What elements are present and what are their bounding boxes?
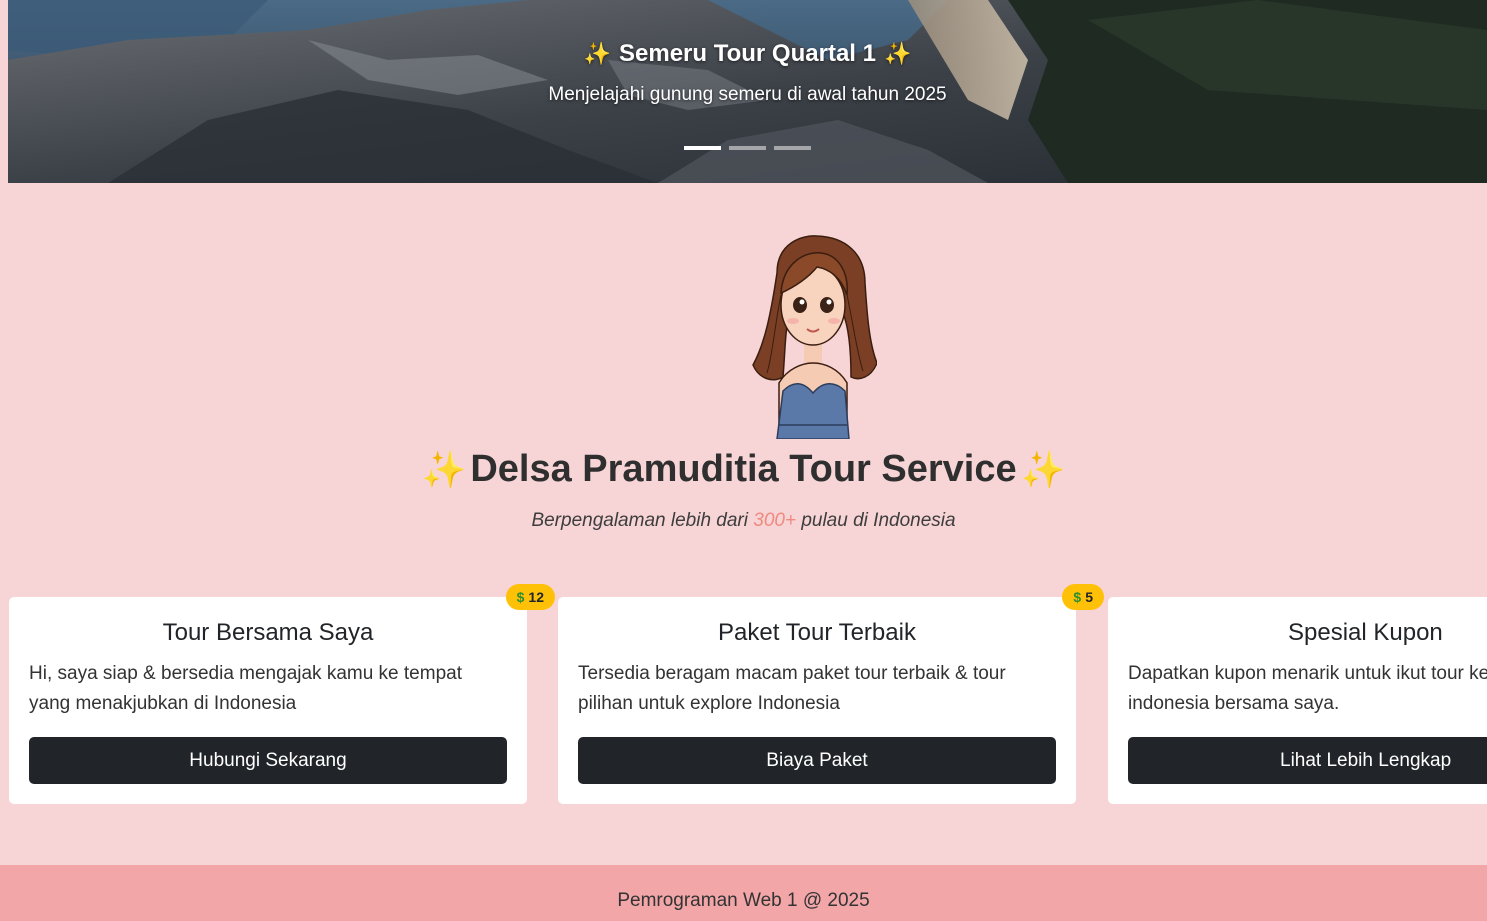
badge-count: 5 (1085, 589, 1093, 605)
sparkle-icon: ✨ (883, 41, 912, 66)
carousel-indicator-2[interactable] (729, 146, 766, 150)
tagline-highlight: 300+ (753, 510, 797, 531)
see-more-button[interactable]: Lihat Lebih Lengkap (1128, 737, 1487, 784)
tagline-after: pulau di Indonesia (796, 510, 956, 531)
page-title: ✨ Delsa Pramuditia Tour Service ✨ (0, 448, 1487, 491)
footer: Pemrograman Web 1 @ 2025 (0, 865, 1487, 921)
card-title: Tour Bersama Saya (162, 619, 374, 646)
carousel-title-text: Semeru Tour Quartal 1 (619, 40, 876, 67)
card-text: Tersedia beragam macam paket tour terbai… (578, 663, 1006, 714)
brand-name: Delsa Pramuditia Tour Service (470, 448, 1017, 490)
card-spesial-kupon: Spesial Kupon Dapatkan kupon menarik unt… (1108, 597, 1487, 804)
tagline-before: Berpengalaman lebih dari (531, 510, 754, 531)
avatar (747, 233, 878, 440)
dollar-icon: $ (516, 589, 525, 605)
hero-carousel: ✨ Semeru Tour Quartal 1 ✨ Menjelajahi gu… (8, 0, 1487, 183)
notification-badge: $ 5 (1062, 584, 1104, 610)
dollar-icon: $ (1073, 589, 1082, 605)
footer-text: Pemrograman Web 1 @ 2025 (617, 890, 870, 911)
package-price-button[interactable]: Biaya Paket (578, 737, 1056, 784)
contact-now-button[interactable]: Hubungi Sekarang (29, 737, 507, 784)
sparkle-icon: ✨ (583, 41, 612, 66)
card-paket-tour: $ 5 Paket Tour Terbaik Tersedia beragam … (558, 584, 1104, 804)
carousel-indicators (8, 146, 1487, 150)
sparkle-icon: ✨ (1020, 448, 1066, 490)
card-text: Hi, saya siap & bersedia mengajak kamu k… (29, 663, 462, 714)
girl-avatar-image (752, 235, 878, 440)
tagline: Berpengalaman lebih dari 300+ pulau di I… (0, 510, 1487, 532)
sparkle-icon: ✨ (421, 448, 467, 490)
carousel-indicator-3[interactable] (774, 146, 811, 150)
carousel-subtitle: Menjelajahi gunung semeru di awal tahun … (548, 84, 947, 105)
card-text: Dapatkan kupon menarik untuk ikut tour k… (1128, 663, 1487, 714)
carousel-indicator-1[interactable] (684, 146, 721, 150)
badge-count: 12 (528, 589, 544, 605)
notification-badge: $ 12 (505, 584, 555, 610)
card-title: Paket Tour Terbaik (718, 619, 916, 646)
card-tour-bersama: $ 12 Tour Bersama Saya Hi, saya siap & b… (9, 584, 555, 804)
card-title: Spesial Kupon (1288, 619, 1443, 646)
carousel-title: ✨ Semeru Tour Quartal 1 ✨ (584, 40, 912, 68)
carousel-caption: ✨ Semeru Tour Quartal 1 ✨ Menjelajahi gu… (8, 40, 1487, 106)
